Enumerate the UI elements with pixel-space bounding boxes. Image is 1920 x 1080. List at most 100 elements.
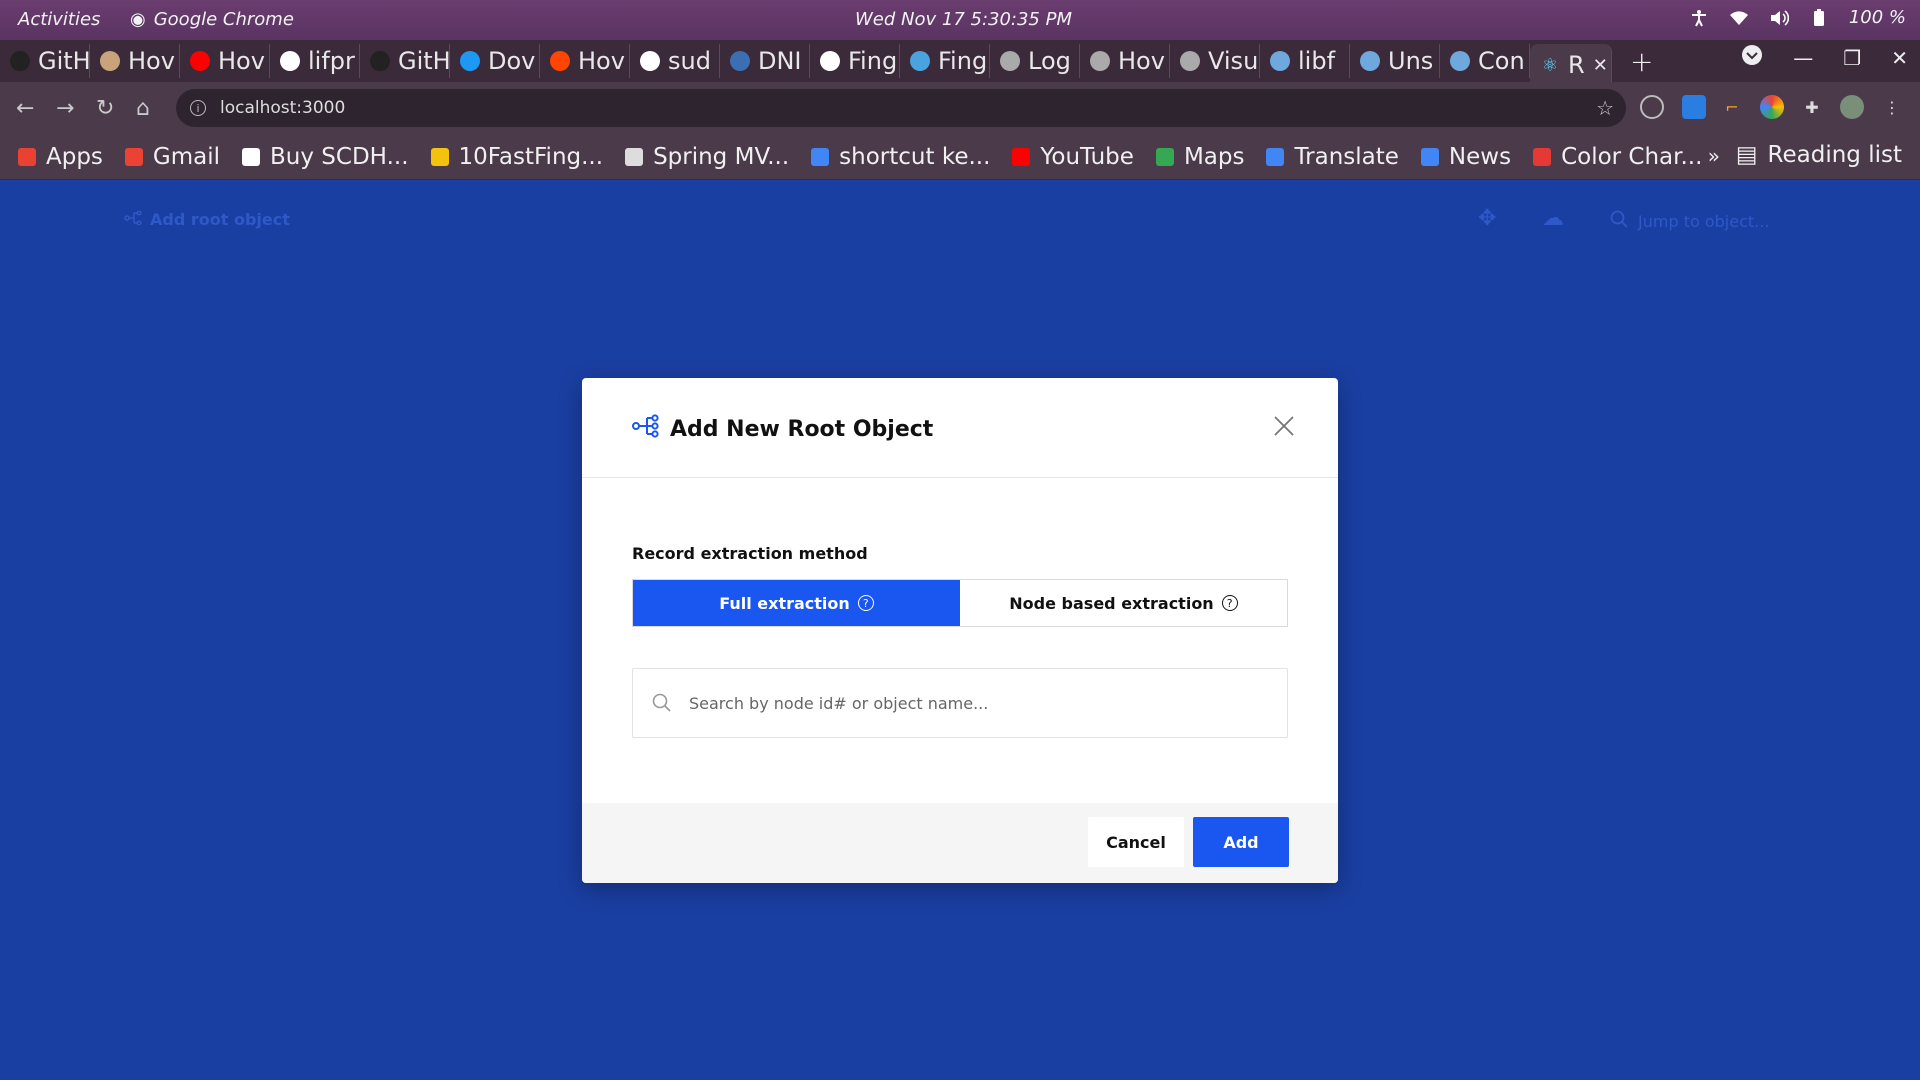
cancel-button[interactable]: Cancel <box>1088 817 1184 867</box>
react-icon: ⚛ <box>1541 54 1559 76</box>
bookmark-item[interactable]: News <box>1420 144 1511 170</box>
move-icon[interactable]: ✥ <box>1478 206 1496 231</box>
tab[interactable]: Uns <box>1350 44 1440 78</box>
tab[interactable]: GitH <box>0 44 90 78</box>
tab[interactable]: DNI <box>720 44 810 78</box>
bookmark-item[interactable]: Apps <box>18 144 103 170</box>
cloud-download-icon[interactable]: ☁ <box>1542 206 1564 231</box>
add-root-object-label: Add root object <box>150 210 290 229</box>
image-icon <box>1360 51 1380 71</box>
help-icon[interactable]: ? <box>857 595 874 611</box>
bookmark-label: Buy SCDH... <box>270 143 409 170</box>
feather-icon <box>1180 51 1200 71</box>
tab-active[interactable]: ⚛ R ✕ <box>1530 44 1612 86</box>
tab[interactable]: Dov <box>450 44 540 78</box>
bookmark-icon <box>811 147 830 166</box>
extension-color-icon[interactable] <box>1760 95 1784 119</box>
tab[interactable]: sud <box>630 44 720 78</box>
maximize-icon[interactable]: ❐ <box>1843 46 1861 70</box>
extension-bracket-icon[interactable]: ⌐ <box>1720 95 1744 119</box>
tab[interactable]: Visu <box>1170 44 1260 78</box>
tab[interactable]: Fing <box>900 44 990 78</box>
bookmark-item[interactable]: Translate <box>1266 144 1399 170</box>
reload-icon[interactable]: ↻ <box>96 96 114 121</box>
bookmarks-overflow-button[interactable]: » <box>1708 144 1720 168</box>
bookmark-icon <box>625 147 644 166</box>
bookmark-star-icon[interactable]: ☆ <box>1596 96 1614 120</box>
bookmark-icon <box>1266 147 1285 166</box>
github-icon <box>370 51 390 71</box>
youtube-icon <box>190 51 210 71</box>
bookmark-item[interactable]: Color Char... <box>1533 144 1702 170</box>
bookmark-item[interactable]: Spring MV... <box>625 144 789 170</box>
close-window-icon[interactable]: ✕ <box>1891 46 1908 70</box>
profile-avatar[interactable] <box>1840 95 1864 119</box>
bookmark-item[interactable]: YouTube <box>1012 144 1134 170</box>
bookmark-icon <box>1420 147 1439 166</box>
fedora-icon <box>730 51 750 71</box>
tab[interactable]: lifpr <box>270 44 360 78</box>
forward-icon[interactable]: → <box>56 96 74 121</box>
close-icon[interactable] <box>1272 414 1296 438</box>
bookmark-icon <box>242 147 261 166</box>
battery-icon[interactable] <box>1809 8 1829 28</box>
tab[interactable]: Hov <box>1080 44 1170 78</box>
tab[interactable]: Fing <box>810 44 900 78</box>
bookmark-item[interactable]: Maps <box>1155 144 1244 170</box>
tab[interactable]: GitH <box>360 44 450 78</box>
tree-icon <box>632 414 660 444</box>
bookmark-item[interactable]: 10FastFing... <box>430 144 603 170</box>
tab[interactable]: Log <box>990 44 1080 78</box>
system-tray[interactable]: 100 % <box>1689 7 1906 28</box>
url-text[interactable]: localhost:3000 <box>220 98 345 118</box>
accessibility-icon[interactable] <box>1689 8 1709 28</box>
volume-icon[interactable] <box>1769 8 1789 28</box>
chrome-menu-icon[interactable]: ⋮ <box>1880 95 1904 119</box>
tab-label: Hov <box>128 47 175 75</box>
close-tab-icon[interactable]: ✕ <box>1593 55 1608 76</box>
full-extraction-option[interactable]: Full extraction ? <box>633 580 960 626</box>
bookmark-item[interactable]: Buy SCDH... <box>242 143 409 170</box>
tab[interactable]: Hov <box>180 44 270 78</box>
object-search-input[interactable] <box>689 693 1249 713</box>
tab-search-icon[interactable] <box>1741 44 1763 71</box>
add-root-object-button[interactable]: Add root object <box>124 210 290 229</box>
tab[interactable]: Hov <box>540 44 630 78</box>
site-info-icon[interactable]: i <box>190 100 206 116</box>
tab-label: Hov <box>218 47 265 75</box>
bookmark-icon <box>18 147 36 166</box>
reading-list-icon: ▤ <box>1735 142 1758 168</box>
bookmark-item[interactable]: shortcut ke... <box>811 144 990 170</box>
activities-button[interactable]: Activities <box>18 9 100 30</box>
window-controls: — ❐ ✕ <box>1741 44 1908 71</box>
extension-target-icon[interactable] <box>1640 95 1664 119</box>
tab-label: lifpr <box>308 47 355 75</box>
globe-icon <box>280 51 300 71</box>
jump-to-object-placeholder: Jump to object... <box>1638 211 1770 231</box>
minimize-icon[interactable]: — <box>1793 46 1813 70</box>
system-top-bar: Activities ◉ Google Chrome Wed Nov 17 5:… <box>0 0 1920 40</box>
kde-icon <box>460 51 480 71</box>
help-icon[interactable]: ? <box>1221 595 1238 611</box>
home-icon[interactable]: ⌂ <box>136 96 150 121</box>
address-bar[interactable]: i localhost:3000 ☆ <box>176 89 1626 127</box>
reading-list-button[interactable]: ▤ Reading list <box>1736 142 1902 168</box>
image-icon <box>1270 51 1290 71</box>
clock[interactable]: Wed Nov 17 5:30:35 PM <box>855 9 1072 30</box>
add-button[interactable]: Add <box>1193 817 1289 867</box>
object-search-field[interactable] <box>632 668 1288 738</box>
back-icon[interactable]: ← <box>16 96 34 121</box>
new-tab-button[interactable]: + <box>1630 45 1653 78</box>
extension-translate-icon[interactable] <box>1682 95 1706 119</box>
jump-to-object-search[interactable]: Jump to object... <box>1610 210 1769 232</box>
modal-title-text: Add New Root Object <box>670 416 934 442</box>
tab[interactable]: Hov <box>90 44 180 78</box>
extensions-puzzle-icon[interactable]: ✚ <box>1800 95 1824 119</box>
node-based-extraction-option[interactable]: Node based extraction ? <box>960 580 1287 626</box>
bookmark-item[interactable]: Gmail <box>124 144 220 170</box>
bookmark-icon <box>1533 147 1552 166</box>
wifi-icon[interactable] <box>1729 8 1749 28</box>
app-menu[interactable]: ◉ Google Chrome <box>130 9 294 30</box>
tab[interactable]: libf <box>1260 44 1350 78</box>
tab[interactable]: Con <box>1440 44 1530 78</box>
